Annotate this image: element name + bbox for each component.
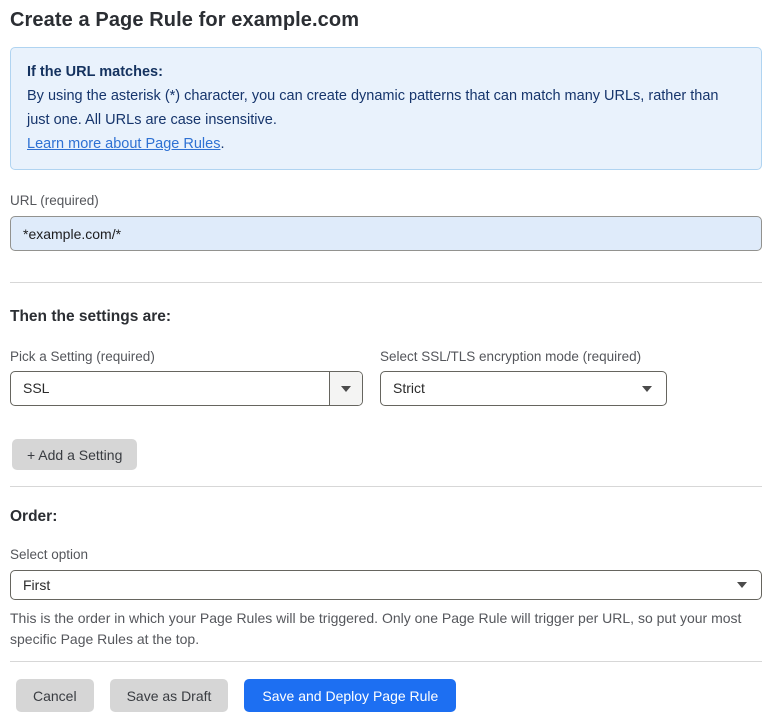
page-rule-form: Create a Page Rule for example.com If th…: [0, 7, 772, 712]
cancel-button[interactable]: Cancel: [16, 679, 94, 712]
mode-select-value: Strict: [393, 380, 425, 396]
learn-more-link[interactable]: Learn more about Page Rules: [27, 136, 220, 152]
page-title: Create a Page Rule for example.com: [10, 9, 360, 31]
url-input[interactable]: [10, 216, 762, 251]
mode-select[interactable]: Strict: [380, 371, 667, 406]
chevron-down-icon: [737, 582, 747, 588]
url-match-info-box: If the URL matches: By using the asteris…: [10, 47, 762, 170]
order-select-label: Select option: [10, 547, 89, 562]
mode-select-label: Select SSL/TLS encryption mode (required…: [380, 349, 642, 364]
divider: [10, 661, 762, 662]
settings-selects-row: SSL Strict: [10, 371, 762, 406]
chevron-down-icon: [642, 385, 652, 392]
setting-select[interactable]: SSL: [10, 371, 363, 406]
setting-select-arrow-box: [329, 372, 362, 405]
divider: [10, 486, 762, 487]
order-select[interactable]: First: [10, 570, 762, 600]
info-box-link-line: Learn more about Page Rules.: [27, 132, 745, 156]
setting-select-label: Pick a Setting (required): [10, 349, 155, 364]
url-section: URL (required): [10, 192, 762, 251]
divider: [10, 282, 762, 283]
info-box-heading: If the URL matches:: [27, 64, 163, 80]
add-setting-button[interactable]: + Add a Setting: [12, 439, 138, 470]
settings-labels-row: Pick a Setting (required) Select SSL/TLS…: [10, 349, 762, 365]
save-deploy-button[interactable]: Save and Deploy Page Rule: [244, 679, 457, 712]
order-section-heading: Order:: [10, 508, 58, 525]
footer-actions: Cancel Save as Draft Save and Deploy Pag…: [10, 679, 762, 712]
info-box-body: By using the asterisk (*) character, you…: [27, 88, 719, 128]
settings-section-heading: Then the settings are:: [10, 308, 172, 325]
order-help-text: This is the order in which your Page Rul…: [10, 610, 742, 647]
setting-select-value: SSL: [23, 380, 50, 396]
chevron-down-icon: [341, 385, 351, 392]
save-draft-button[interactable]: Save as Draft: [109, 679, 229, 712]
order-select-value: First: [23, 577, 51, 593]
url-label: URL (required): [10, 193, 99, 208]
link-suffix: .: [220, 136, 225, 152]
